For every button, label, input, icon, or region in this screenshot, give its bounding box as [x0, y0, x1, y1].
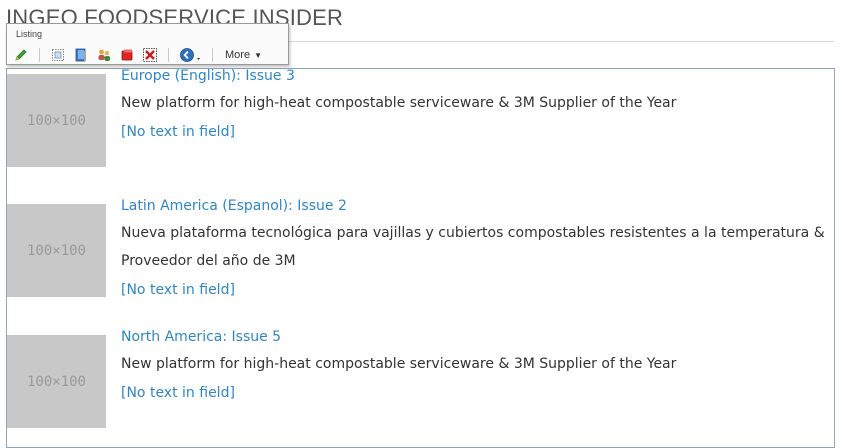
- issue-title-link[interactable]: North America: Issue 5: [121, 328, 833, 346]
- issue-description: New platform for high-heat compostable s…: [121, 356, 677, 372]
- empty-field-link[interactable]: [No text in field]: [121, 123, 833, 141]
- delete-red-icon[interactable]: [119, 47, 135, 63]
- toolbar-separator: [168, 48, 169, 62]
- thumbnail-placeholder[interactable]: 100×100: [7, 204, 106, 297]
- issue-description-line-1: Nueva plataforma tecnológica para vajill…: [121, 225, 825, 241]
- chevron-down-icon: ▼: [254, 50, 262, 60]
- issue-description: New platform for high-heat compostable s…: [121, 95, 677, 111]
- toolbar-separator: [39, 48, 40, 62]
- navigate-circle-icon[interactable]: [179, 47, 205, 63]
- issue-title-link[interactable]: Latin America (Espanol): Issue 2: [121, 197, 833, 215]
- issue-description-line-2: Proveedor del año de 3M: [121, 253, 296, 269]
- thumbnail-placeholder[interactable]: 100×100: [7, 74, 106, 167]
- listing-toolbar: Listing More ▼: [6, 23, 289, 65]
- toolbar-separator: [212, 48, 213, 62]
- edit-pencil-icon[interactable]: [13, 47, 29, 63]
- issue-title-link[interactable]: Europe (English): Issue 3: [121, 67, 833, 85]
- toolbar-label: Listing: [16, 29, 43, 39]
- users-icon[interactable]: [96, 47, 112, 63]
- empty-field-link[interactable]: [No text in field]: [121, 384, 833, 402]
- publish-book-icon[interactable]: [73, 47, 89, 63]
- thumbnail-placeholder[interactable]: 100×100: [7, 335, 106, 428]
- more-dropdown[interactable]: More ▼: [225, 49, 262, 61]
- more-label: More: [225, 49, 251, 61]
- empty-field-link[interactable]: [No text in field]: [121, 281, 833, 299]
- insert-item-icon[interactable]: [50, 47, 66, 63]
- remove-x-icon[interactable]: [142, 47, 158, 63]
